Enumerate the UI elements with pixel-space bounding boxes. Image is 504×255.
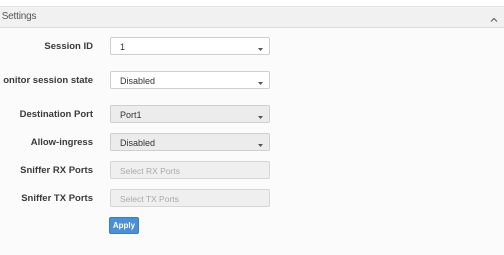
monitor-session-state-row: onitor session state Disabled — [0, 71, 504, 91]
allow-ingress-select[interactable]: Disabled — [110, 133, 270, 151]
sniffer-tx-ports-input[interactable]: Select TX Ports — [110, 189, 270, 207]
monitor-session-state-value: Disabled — [120, 76, 156, 86]
destination-port-select[interactable]: Port1 — [110, 105, 270, 123]
destination-port-row: Destination Port Port1 — [0, 105, 504, 125]
monitor-session-state-select[interactable]: Disabled — [110, 71, 270, 89]
panel-title: r Settings — [0, 11, 37, 22]
sniffer-rx-ports-placeholder: Select RX Ports — [120, 166, 180, 176]
caret-down-icon — [258, 140, 263, 147]
apply-button[interactable]: Apply — [109, 217, 139, 234]
caret-down-icon — [258, 112, 263, 119]
caret-down-icon — [258, 44, 263, 51]
chevron-up-icon[interactable] — [489, 12, 499, 22]
monitor-session-state-label: onitor session state — [3, 75, 93, 86]
sniffer-rx-ports-row: Sniffer RX Ports Select RX Ports — [0, 161, 504, 181]
sniffer-rx-ports-input[interactable]: Select RX Ports — [110, 161, 270, 179]
allow-ingress-value: Disabled — [120, 138, 156, 148]
destination-port-value: Port1 — [120, 110, 142, 120]
sniffer-tx-ports-label: Sniffer TX Ports — [21, 193, 93, 204]
caret-down-icon — [258, 78, 263, 85]
panel-header[interactable]: r Settings — [0, 7, 504, 28]
session-id-row: Session ID 1 — [0, 37, 504, 57]
sniffer-rx-ports-label: Sniffer RX Ports — [20, 165, 93, 176]
session-id-label: Session ID — [44, 41, 93, 52]
sniffer-tx-ports-placeholder: Select TX Ports — [120, 194, 179, 204]
sniffer-tx-ports-row: Sniffer TX Ports Select TX Ports — [0, 189, 504, 209]
destination-port-label: Destination Port — [19, 109, 93, 120]
session-id-value: 1 — [120, 42, 126, 52]
allow-ingress-label: Allow-ingress — [30, 137, 93, 148]
session-id-select[interactable]: 1 — [110, 37, 270, 55]
allow-ingress-row: Allow-ingress Disabled — [0, 133, 504, 153]
